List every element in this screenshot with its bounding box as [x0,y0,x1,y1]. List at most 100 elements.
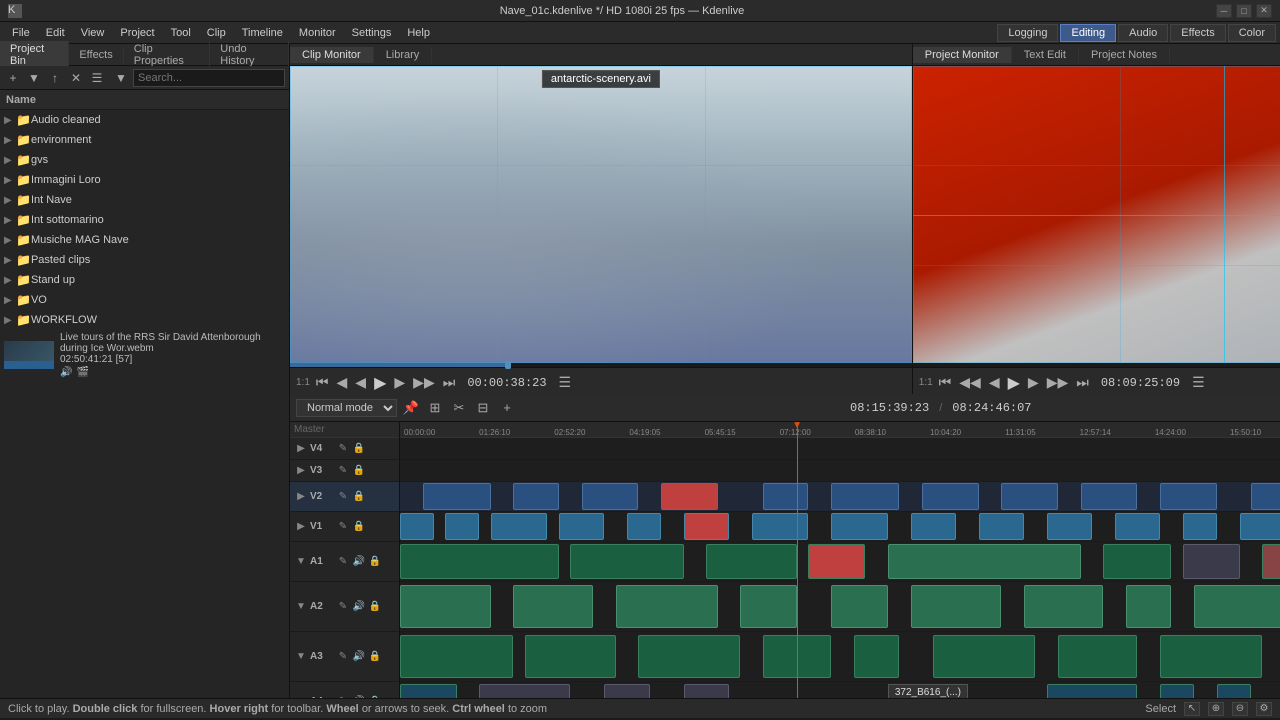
clip-v2-4[interactable] [661,483,718,509]
tab-project-bin[interactable]: Project Bin [0,41,69,69]
tree-item-environment[interactable]: ▶ 📁 environment [0,130,289,150]
status-zoom-out[interactable]: ⊖ [1232,702,1248,716]
track-lock-a3[interactable]: ✎ [336,650,350,664]
track-row-a4[interactable]: 372_B616_(...)Stereo to m... [400,682,1280,698]
play-button[interactable]: ▶ [372,373,388,393]
clip-a2-3[interactable] [616,585,718,628]
track-lock-a2[interactable]: ✎ [336,600,350,614]
clip-a2-4[interactable] [740,585,797,628]
clip-v1-11[interactable] [1047,513,1092,539]
track-mute-v4[interactable]: 🔒 [352,442,366,456]
status-select-icon[interactable]: ↖ [1184,702,1200,716]
track-mute-a1[interactable]: 🔊 [352,555,366,569]
clip-v1-14[interactable] [1240,513,1280,539]
playhead[interactable] [797,422,798,698]
clip-a4-5[interactable] [1047,684,1138,698]
clip-v2-11[interactable] [1251,483,1280,509]
track-expand-a2[interactable]: ▼ [294,600,308,614]
clip-v2-8[interactable] [1001,483,1058,509]
track-row-v1[interactable] [400,512,1280,542]
tree-item-standup[interactable]: ▶ 📁 Stand up [0,270,289,290]
clip-a4-7[interactable] [1217,684,1251,698]
proj-prev-frame-button[interactable]: ◀ [987,374,1002,391]
clip-v1-5[interactable] [627,513,661,539]
track-row-a1[interactable] [400,542,1280,582]
menu-button[interactable]: ☰ [88,69,106,87]
dropdown-button[interactable]: ▼ [25,69,43,87]
track-solo-a3[interactable]: 🔒 [368,650,382,664]
goto-end-button[interactable]: ⏭ [441,374,458,391]
search-input[interactable] [133,69,285,87]
delete-button[interactable]: ✕ [67,69,85,87]
clip-a1-8[interactable] [1262,544,1280,578]
clip-a2-1[interactable] [400,585,491,628]
maximize-button[interactable]: □ [1236,4,1252,18]
track-expand-v4[interactable]: ▶ [294,442,308,456]
tree-item-pasted[interactable]: ▶ 📁 Pasted clips [0,250,289,270]
tab-project-monitor[interactable]: Project Monitor [913,47,1012,63]
minimize-button[interactable]: ─ [1216,4,1232,18]
goto-start-button[interactable]: ⏮ [314,374,331,391]
track-row-a3[interactable] [400,632,1280,682]
tree-item-audio-cleaned[interactable]: ▶ 📁 Audio cleaned [0,110,289,130]
track-solo-a4[interactable]: 🔒 [368,695,382,699]
clip-a1-3[interactable] [706,544,797,578]
tree-item-int-nave[interactable]: ▶ 📁 Int Nave [0,190,289,210]
clip-a3-5[interactable] [854,635,899,678]
add-clip-button[interactable]: + [4,69,22,87]
track-mute-v2[interactable]: 🔒 [352,490,366,504]
menu-ctrl-button[interactable]: ☰ [557,374,574,391]
clip-a2-6[interactable] [911,585,1002,628]
clip-v1-13[interactable] [1183,513,1217,539]
clip-v2-7[interactable] [922,483,979,509]
track-mute-a4[interactable]: 🔊 [352,695,366,699]
step-forward-button[interactable]: ▶▶ [411,374,437,391]
tab-clip-properties[interactable]: Clip Properties [124,41,211,69]
clip-v2-2[interactable] [513,483,558,509]
clip-a3-8[interactable] [1160,635,1262,678]
proj-goto-end-button[interactable]: ⏭ [1074,374,1091,391]
track-solo-a2[interactable]: 🔒 [368,600,382,614]
track-lock-a4[interactable]: ✎ [336,695,350,699]
tree-item-vo[interactable]: ▶ 📁 VO [0,290,289,310]
clip-a1-6[interactable] [1103,544,1171,578]
clip-a2-9[interactable] [1194,585,1280,628]
close-button[interactable]: ✕ [1256,4,1272,18]
tree-item-gvs[interactable]: ▶ 📁 gvs [0,150,289,170]
clip-monitor-video[interactable]: antarctic-scenery.avi [290,66,912,363]
clip-a1-2[interactable] [570,544,683,578]
mode-color[interactable]: Color [1228,24,1276,42]
clip-v1-12[interactable] [1115,513,1160,539]
step-back-button[interactable]: ◀ [335,374,350,391]
project-monitor-video[interactable]: 25.00fps [913,66,1280,363]
menu-help[interactable]: Help [399,25,438,41]
tree-item-workflow[interactable]: ▶ 📁 WORKFLOW [0,310,289,330]
tl-add-button[interactable]: + [497,398,517,418]
clip-v1-2[interactable] [445,513,479,539]
window-controls[interactable]: ─ □ ✕ [1216,4,1272,18]
clip-v1-7[interactable] [752,513,809,539]
clip-a3-7[interactable] [1058,635,1137,678]
progress-bar[interactable] [290,363,912,367]
proj-next-button[interactable]: ▶▶ [1045,374,1071,391]
clip-v2-1[interactable] [423,483,491,509]
clip-v1-8[interactable] [831,513,888,539]
track-mute-v1[interactable]: 🔒 [352,520,366,534]
clip-v1-9[interactable] [911,513,956,539]
proj-goto-start-button[interactable]: ⏮ [937,374,954,391]
clip-v2-10[interactable] [1160,483,1217,509]
track-row-v4[interactable] [400,438,1280,460]
tree-item-musiche[interactable]: ▶ 📁 Musiche MAG Nave [0,230,289,250]
proj-play-button[interactable]: ▶ [1006,373,1022,393]
sort-button[interactable]: ↑ [46,69,64,87]
clip-a3-1[interactable] [400,635,513,678]
proj-next-frame-button[interactable]: ▶ [1026,374,1041,391]
tl-group-button[interactable]: ⊞ [425,398,445,418]
mode-effects[interactable]: Effects [1170,24,1225,42]
track-expand-a3[interactable]: ▼ [294,650,308,664]
track-mute-a2[interactable]: 🔊 [352,600,366,614]
clip-v2-9[interactable] [1081,483,1138,509]
timeline-mode-select[interactable]: Normal mode [296,399,397,417]
clip-a2-8[interactable] [1126,585,1171,628]
track-mute-v3[interactable]: 🔒 [352,464,366,478]
